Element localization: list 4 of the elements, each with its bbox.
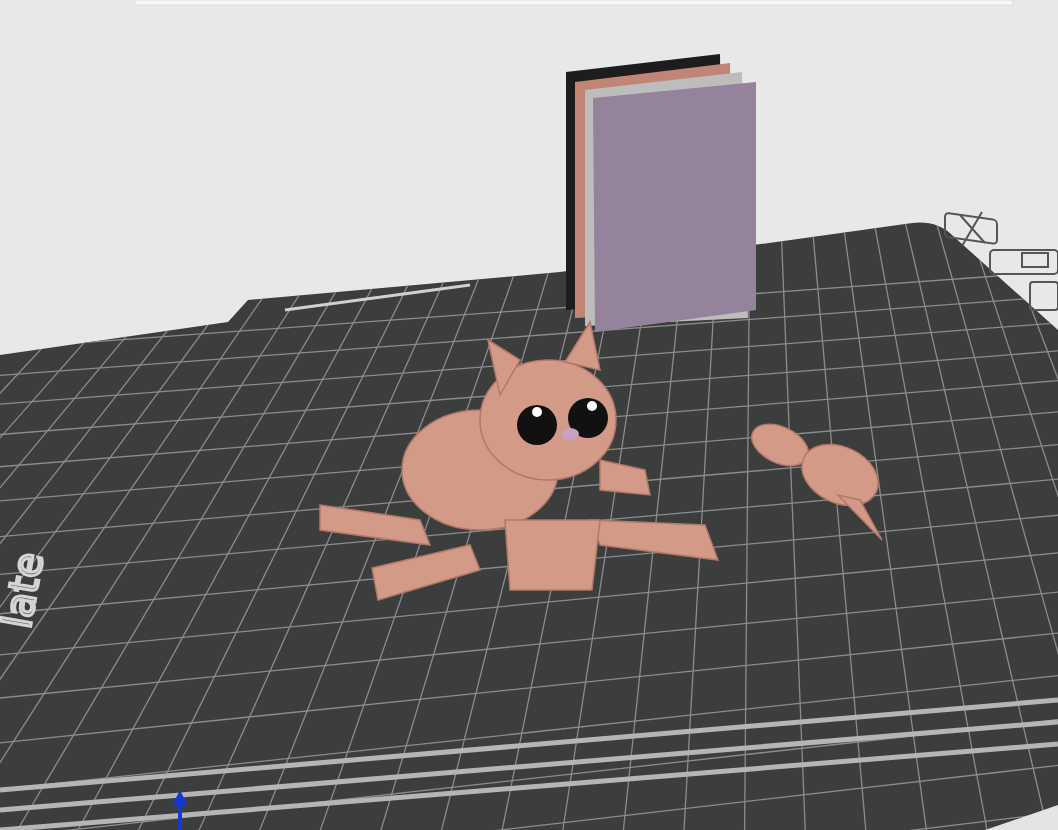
monitor-icon[interactable] [989,249,1058,275]
list-icon[interactable] [1029,281,1058,311]
axis-arrow-icon [172,790,188,830]
bed-label: late [0,548,53,632]
